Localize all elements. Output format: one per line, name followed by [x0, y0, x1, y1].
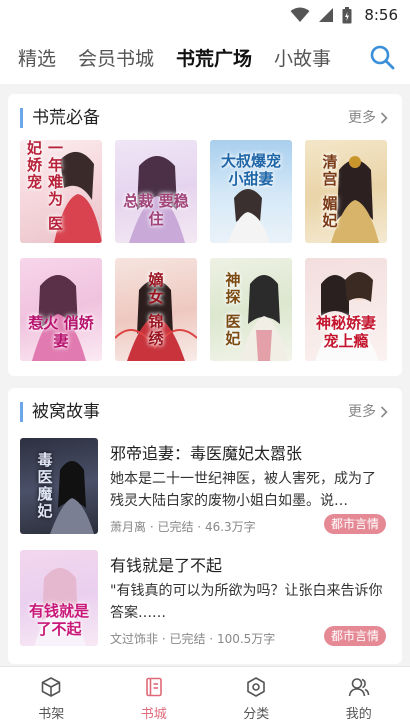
genre-tag: 都市言情: [323, 514, 386, 534]
book-list-item[interactable]: 毒医魔妃 邪帝追妻：毒医魔妃太嚣张 她本是二十一世纪神医，被人害死，成为了残灵大…: [20, 438, 390, 538]
more-label: 更多: [348, 404, 376, 420]
hexagon-icon: [247, 677, 266, 697]
book-cover: 毒医魔妃: [20, 438, 98, 534]
book-word-count: 100.5万字: [216, 632, 276, 646]
cover-title: 毒医魔妃: [35, 452, 54, 520]
chevron-right-icon: [380, 112, 388, 124]
book-cover[interactable]: 大叔爆宠 小甜妻: [210, 140, 292, 243]
section-title: 被窝故事: [20, 402, 100, 422]
genre-tag: 都市言情: [323, 626, 386, 646]
tab-book-plaza[interactable]: 书荒广场: [176, 44, 252, 71]
nav-bookshelf[interactable]: 书架: [0, 667, 103, 728]
book-title: 有钱就是了不起: [110, 556, 223, 575]
book-meta: 萧月离 · 已完结 · 46.3万字: [110, 520, 256, 534]
must-read-section: 书荒必备 更多 一年难为 医妃娇宠 总裁 要稳住 大叔爆宠 小甜妻 清宫 媚妃 …: [8, 94, 402, 376]
chevron-right-icon: [380, 406, 388, 418]
tab-short-stories[interactable]: 小故事: [274, 44, 331, 71]
tab-member-store[interactable]: 会员书城: [78, 44, 154, 71]
book-cover[interactable]: 神秘娇妻 宠上瘾: [305, 258, 387, 361]
more-label: 更多: [348, 110, 376, 126]
cover-title: 大叔爆宠 小甜妻: [220, 151, 281, 188]
book-author: 萧月离: [110, 520, 147, 534]
book-description: 她本是二十一世纪神医，被人害死，成为了残灵大陆白家的废物小姐白如墨。说…: [110, 471, 376, 509]
book-author: 文过饰非: [110, 632, 159, 646]
nav-categories[interactable]: 分类: [205, 667, 308, 728]
book-word-count: 46.3万字: [204, 520, 256, 534]
book-cover[interactable]: 神探 医妃: [210, 258, 292, 361]
cover-title: 有钱就是了不起: [28, 602, 89, 638]
status-time: 8:56: [364, 6, 398, 24]
cover-title: 总裁 要稳住: [123, 191, 189, 228]
book-cover[interactable]: 总裁 要稳住: [115, 140, 197, 243]
top-tab-bar: 精选 会员书城 书荒广场 小故事: [0, 30, 410, 84]
nav-profile[interactable]: 我的: [308, 667, 410, 728]
nav-label: 书架: [38, 707, 65, 722]
nav-label: 书城: [140, 707, 167, 722]
cover-title: 神探 医妃: [223, 271, 242, 348]
more-link[interactable]: 更多: [348, 402, 388, 422]
book-status: 已完结: [157, 520, 194, 534]
section-header: 被窝故事 更多: [8, 388, 402, 436]
search-icon[interactable]: [368, 43, 396, 71]
user-icon: [348, 678, 370, 697]
book-cover[interactable]: 惹火 俏娇妻: [20, 258, 102, 361]
book-cover[interactable]: 嫡女 锦绣: [115, 258, 197, 361]
signal-icon: [319, 8, 334, 22]
nav-label: 分类: [243, 707, 270, 722]
bedtime-stories-section: 被窝故事 更多 毒医魔妃 邪帝追妻：毒医魔妃太嚣张 她本是二十一世纪神医，被人害…: [8, 388, 402, 664]
cover-title: 清宫 媚妃: [320, 153, 339, 230]
wifi-icon: [290, 7, 310, 22]
status-bar: 8:56: [0, 0, 410, 30]
book-title: 邪帝追妻：毒医魔妃太嚣张: [110, 444, 303, 463]
book-list-item[interactable]: 有钱就是了不起 有钱就是了不起 "有钱真的可以为所欲为吗？让张白来告诉你答案………: [20, 550, 390, 650]
book-status: 已完结: [169, 632, 206, 646]
battery-icon: [342, 6, 352, 23]
book-cover[interactable]: 一年难为 医妃娇宠: [20, 140, 102, 243]
book-cover: 有钱就是了不起: [20, 550, 98, 646]
cover-title: 惹火 俏娇妻: [28, 313, 94, 350]
cover-title: 嫡女 锦绣: [146, 271, 165, 348]
more-link[interactable]: 更多: [348, 108, 388, 128]
section-header: 书荒必备 更多: [8, 94, 402, 142]
cover-title: 神秘娇妻 宠上瘾: [315, 313, 376, 350]
book-icon: [145, 677, 162, 697]
section-title: 书荒必备: [20, 108, 100, 128]
bottom-nav: 书架 书城 分类 我的: [0, 666, 410, 728]
tab-featured[interactable]: 精选: [18, 44, 56, 71]
cube-icon: [41, 677, 61, 697]
nav-label: 我的: [345, 707, 372, 722]
book-meta: 文过饰非 · 已完结 · 100.5万字: [110, 632, 276, 646]
cover-title: 一年难为 医妃娇宠: [25, 140, 64, 233]
book-cover[interactable]: 清宫 媚妃: [305, 140, 387, 243]
book-description: "有钱真的可以为所欲为吗？让张白来告诉你答案……: [110, 583, 383, 621]
nav-bookstore[interactable]: 书城: [103, 667, 206, 728]
